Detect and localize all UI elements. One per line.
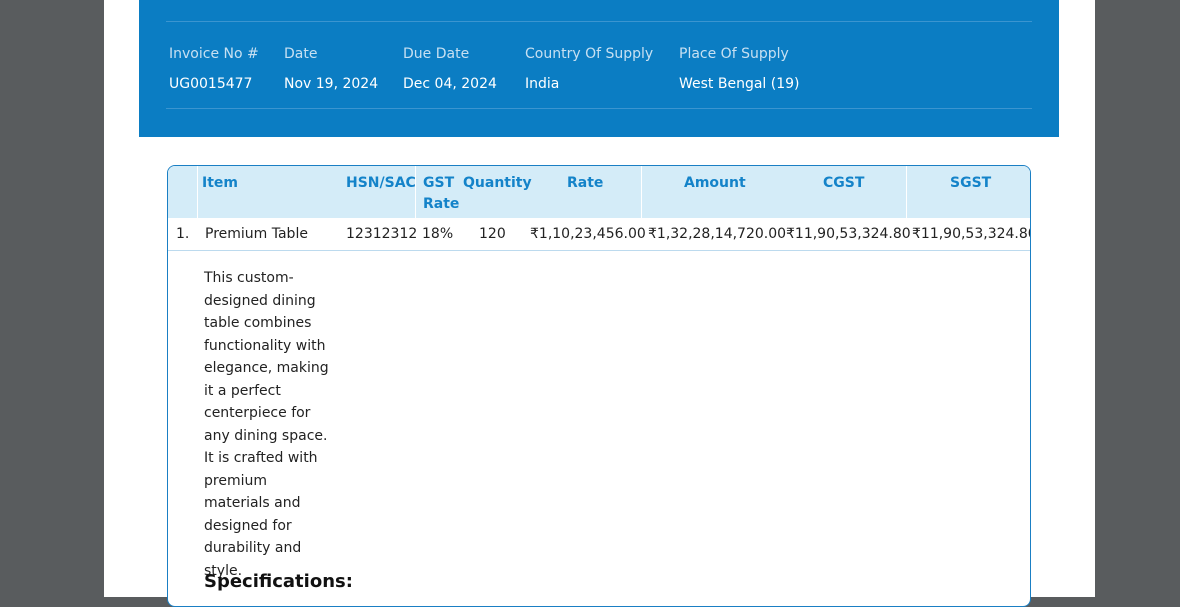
header-separator [197,166,198,218]
column-header-quantity: Quantity [463,175,532,191]
header-separator [906,166,907,218]
invoice-no-value: UG0015477 [169,76,253,92]
column-header-cgst: CGST [823,175,865,191]
due-date-label: Due Date [403,46,470,62]
gst-rate-line-2: Rate [423,196,460,212]
item-description: This custom-designed dining table combin… [204,270,329,579]
row-rate: ₹1,10,23,456.00 [530,226,646,242]
table-header: Item HSN/SAC GST Rate Quantity Rate Amou… [168,166,1030,218]
invoice-no-label: Invoice No # [169,46,259,62]
row-divider [168,250,1030,251]
gst-rate-line-1: GST [423,175,455,191]
column-header-hsn: HSN/SAC [346,175,416,191]
header-bottom-divider [166,108,1032,109]
place-label: Place Of Supply [679,46,789,62]
column-header-amount: Amount [684,175,746,191]
country-value: India [525,76,560,92]
specifications-heading: Specifications: [204,571,353,592]
row-quantity: 120 [479,226,506,242]
header-separator [641,166,642,218]
header-top-divider [166,21,1032,22]
column-header-gst-rate: GST Rate [423,173,459,215]
row-gst-rate: 18% [422,226,454,242]
due-date-value: Dec 04, 2024 [403,76,497,92]
column-header-rate: Rate [567,175,604,191]
row-sgst: ₹11,90,53,324.80 [912,226,1031,242]
date-value: Nov 19, 2024 [284,76,379,92]
country-label: Country Of Supply [525,46,654,62]
row-amount: ₹1,32,28,14,720.00 [648,226,787,242]
row-item-name: Premium Table [205,226,308,242]
date-label: Date [284,46,318,62]
items-table: Item HSN/SAC GST Rate Quantity Rate Amou… [167,165,1031,607]
column-header-sgst: SGST [950,175,992,191]
row-index: 1. [176,226,190,242]
place-value: West Bengal (19) [679,76,800,92]
row-hsn: 12312312 [346,226,418,242]
row-cgst: ₹11,90,53,324.80 [786,226,911,242]
column-header-item: Item [202,175,238,191]
